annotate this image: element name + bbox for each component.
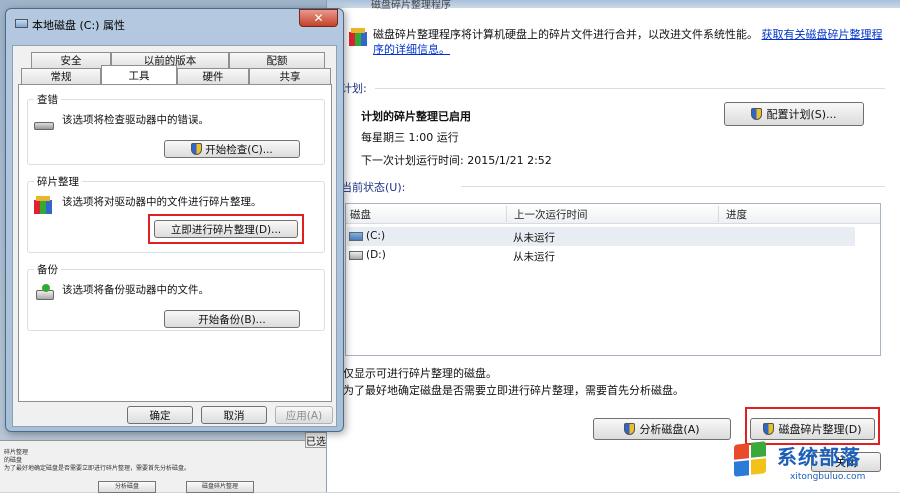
schedule-separator bbox=[375, 88, 885, 89]
status-separator bbox=[461, 186, 885, 187]
bg-defrag-button: 磁盘碎片整理 bbox=[186, 481, 254, 493]
defrag-icon bbox=[349, 28, 369, 50]
schedule-label: 计划: bbox=[341, 82, 367, 95]
dialog-close-button[interactable]: ✕ bbox=[299, 9, 338, 27]
windows-logo-icon bbox=[730, 440, 770, 480]
dialog-title: 本地磁盘 (C:) 属性 bbox=[32, 19, 125, 32]
defrag-group: 碎片整理 该选项将对驱动器中的文件进行碎片整理。 立即进行碎片整理(D)... bbox=[27, 174, 325, 253]
ok-button[interactable]: 确定 bbox=[127, 406, 193, 424]
schedule-frequency: 每星期三 1:00 运行 bbox=[361, 131, 459, 144]
group-text: 该选项将检查驱动器中的错误。 bbox=[62, 114, 209, 126]
start-check-button[interactable]: 开始检查(C)... bbox=[164, 140, 300, 158]
column-divider bbox=[718, 206, 719, 222]
defrag-disk-button[interactable]: 磁盘碎片整理(D) bbox=[750, 418, 875, 440]
tab-general[interactable]: 常规 bbox=[21, 68, 101, 84]
backup-icon bbox=[34, 284, 56, 304]
backup-group: 备份 该选项将备份驱动器中的文件。 开始备份(B)... bbox=[27, 262, 325, 331]
uac-shield-icon bbox=[624, 423, 636, 435]
start-backup-button[interactable]: 开始备份(B)... bbox=[164, 310, 300, 328]
group-title: 查错 bbox=[34, 92, 61, 107]
configure-schedule-label: 配置计划(S)... bbox=[766, 108, 837, 121]
note-analyze-first: 为了最好地确定磁盘是否需要立即进行碎片整理，需要首先分析磁盘。 bbox=[343, 384, 684, 397]
uac-shield-icon bbox=[191, 143, 203, 155]
defrag-description-text: 磁盘碎片整理程序将计算机硬盘上的碎片文件进行合并，以改进文件系统性能。 bbox=[373, 28, 758, 41]
disk-cell: (C:) bbox=[349, 230, 385, 242]
disk-table-header: 磁盘 上一次运行时间 进度 bbox=[346, 204, 880, 224]
drive-icon bbox=[15, 19, 28, 28]
group-title: 备份 bbox=[34, 262, 61, 277]
disk-label: (C:) bbox=[366, 230, 386, 242]
tab-tools[interactable]: 工具 bbox=[101, 65, 177, 84]
schedule-status: 计划的碎片整理已启用 bbox=[361, 110, 471, 123]
group-text: 该选项将对驱动器中的文件进行碎片整理。 bbox=[62, 196, 262, 208]
close-icon: ✕ bbox=[313, 11, 324, 25]
check-disk-icon bbox=[34, 118, 54, 132]
bg-mini-line: 为了最好地确定磁盘是否需要立即进行碎片整理，需要首先分析磁盘。 bbox=[4, 465, 191, 472]
cancel-button[interactable]: 取消 bbox=[201, 406, 267, 424]
disk-cell: (D:) bbox=[349, 249, 386, 261]
defrag-window: 磁盘碎片整理程序 磁盘碎片整理程序将计算机硬盘上的碎片文件进行合并，以改进文件系… bbox=[326, 0, 900, 492]
properties-dialog: 本地磁盘 (C:) 属性 ✕ 安全 以前的版本 配额 常规 工具 硬件 共享 查… bbox=[5, 8, 344, 432]
tools-tab-panel: 查错 该选项将检查驱动器中的错误。 开始检查(C)... 碎片整理 该选项将对驱… bbox=[18, 84, 332, 402]
analyze-disk-button[interactable]: 分析磁盘(A) bbox=[593, 418, 731, 440]
dialog-body: 安全 以前的版本 配额 常规 工具 硬件 共享 查错 该选项将检查驱动器中的错误… bbox=[12, 45, 337, 427]
error-check-group: 查错 该选项将检查驱动器中的错误。 开始检查(C)... bbox=[27, 92, 325, 165]
disk-label: (D:) bbox=[366, 249, 386, 261]
start-check-label: 开始检查(C)... bbox=[205, 143, 273, 156]
group-text: 该选项将备份驱动器中的文件。 bbox=[62, 284, 209, 296]
defrag-disk-label: 磁盘碎片整理(D) bbox=[778, 423, 862, 436]
watermark-url: xitongbuluo.com bbox=[790, 472, 866, 482]
uac-shield-icon bbox=[751, 108, 763, 120]
defrag-window-title: 磁盘碎片整理程序 bbox=[371, 0, 451, 11]
column-disk[interactable]: 磁盘 bbox=[350, 207, 371, 222]
schedule-next-run: 下一次计划运行时间: 2015/1/21 2:52 bbox=[361, 154, 552, 167]
bg-analyze-button: 分析磁盘 bbox=[98, 481, 156, 493]
disk-table: 磁盘 上一次运行时间 进度 (C:) 从未运行 (D:) 从未运行 bbox=[345, 203, 881, 356]
background-window-strip: 碎片整理 的磁盘 为了最好地确定磁盘是否需要立即进行碎片整理，需要首先分析磁盘。… bbox=[0, 440, 330, 493]
defrag-now-button[interactable]: 立即进行碎片整理(D)... bbox=[154, 220, 298, 238]
last-run-cell: 从未运行 bbox=[513, 232, 555, 244]
table-row[interactable]: (D:) 从未运行 bbox=[347, 246, 855, 265]
uac-shield-icon bbox=[763, 423, 775, 435]
defrag-now-label: 立即进行碎片整理(D)... bbox=[170, 223, 282, 236]
configure-schedule-button[interactable]: 配置计划(S)... bbox=[724, 102, 864, 126]
defrag-description: 磁盘碎片整理程序将计算机硬盘上的碎片文件进行合并，以改进文件系统性能。 获取有关… bbox=[373, 27, 883, 57]
column-progress[interactable]: 进度 bbox=[726, 207, 747, 222]
defrag-icon bbox=[34, 196, 54, 218]
table-row[interactable]: (C:) 从未运行 bbox=[347, 227, 855, 246]
watermark-text: 系统部落 bbox=[777, 445, 861, 469]
tab-sharing[interactable]: 共享 bbox=[249, 68, 331, 84]
column-divider bbox=[506, 206, 507, 222]
note-disks-shown: 仅显示可进行碎片整理的磁盘。 bbox=[343, 367, 497, 380]
column-last-run[interactable]: 上一次运行时间 bbox=[514, 207, 588, 222]
tab-quota[interactable]: 配额 bbox=[229, 52, 325, 68]
last-run-cell: 从未运行 bbox=[513, 251, 555, 263]
drive-icon bbox=[349, 250, 363, 260]
system-drive-icon bbox=[349, 231, 363, 241]
bg-side-text: 已选 bbox=[305, 432, 327, 448]
apply-button[interactable]: 应用(A) bbox=[275, 406, 333, 424]
group-title: 碎片整理 bbox=[34, 174, 82, 189]
tab-security[interactable]: 安全 bbox=[31, 52, 111, 68]
analyze-disk-label: 分析磁盘(A) bbox=[639, 423, 700, 436]
start-backup-label: 开始备份(B)... bbox=[198, 313, 266, 326]
current-status-label: 当前状态(U): bbox=[341, 181, 406, 194]
tab-hardware[interactable]: 硬件 bbox=[177, 68, 249, 84]
